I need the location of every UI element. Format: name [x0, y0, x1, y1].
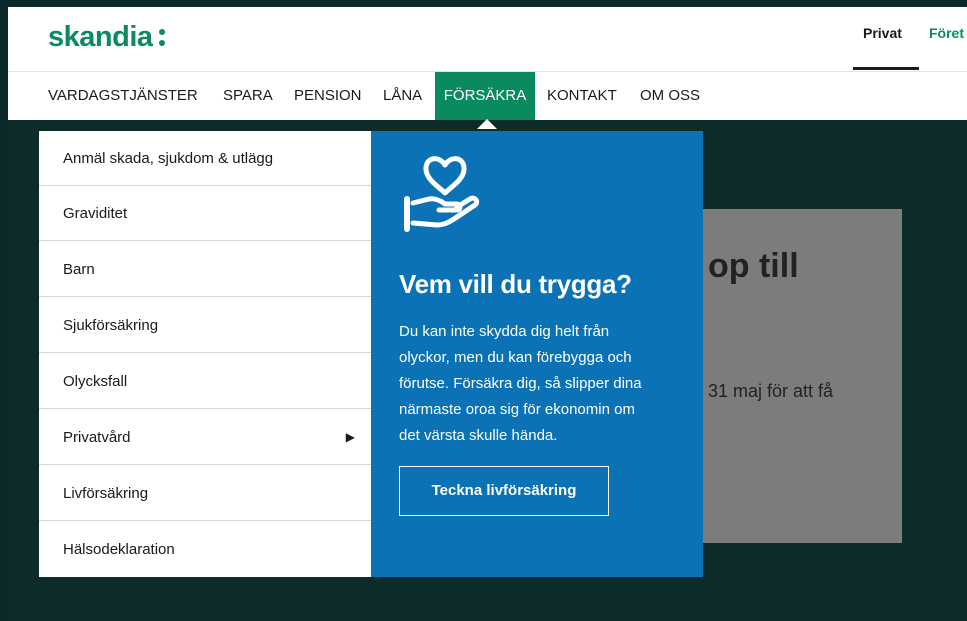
menu-item-label: Sjukförsäkring	[63, 317, 159, 334]
top-header: skandia Privat Föret	[8, 7, 967, 71]
nav-item-vardagstjanster[interactable]: VARDAGSTJÄNSTER	[39, 72, 207, 120]
menu-item-label: Privatvård	[63, 429, 131, 446]
skandia-logo[interactable]: skandia	[48, 17, 165, 57]
dropdown-pointer	[477, 119, 497, 129]
promo-body-line: det värsta skulle hända.	[399, 427, 558, 444]
menu-item-halsodeklaration[interactable]: Hälsodeklaration	[39, 522, 371, 577]
menu-item-label: Anmäl skada, sjukdom & utlägg	[63, 150, 274, 167]
logo-text: skandia	[48, 20, 153, 53]
menu-item-privatvard[interactable]: Privatvård ▶	[39, 410, 371, 465]
menu-item-olycksfall[interactable]: Olycksfall	[39, 354, 371, 409]
segment-foretag-link[interactable]: Föret	[929, 25, 964, 41]
promo-body-line: närmaste oroa sig för ekonomin om	[399, 401, 635, 418]
nav-item-kontakt[interactable]: KONTAKT	[538, 72, 626, 120]
promo-body: Du kan inte skydda dig helt från olyckor…	[399, 319, 679, 449]
menu-item-label: Livförsäkring	[63, 485, 149, 502]
forsakra-dropdown-menu: Anmäl skada, sjukdom & utlägg Graviditet…	[39, 131, 371, 577]
menu-item-label: Olycksfall	[63, 373, 128, 390]
menu-item-graviditet[interactable]: Graviditet	[39, 186, 371, 241]
nav-item-om-oss[interactable]: OM OSS	[631, 72, 709, 120]
segment-active-indicator	[853, 67, 919, 70]
menu-item-label: Hälsodeklaration	[63, 541, 175, 558]
nav-item-lana[interactable]: LÅNA	[374, 72, 431, 120]
menu-item-label: Barn	[63, 261, 95, 278]
segment-privat-link[interactable]: Privat	[863, 25, 902, 41]
promo-body-line: Du kan inte skydda dig helt från	[399, 323, 610, 340]
promo-body-line: förutse. Försäkra dig, så slipper dina	[399, 375, 642, 392]
browser-viewport: skandia Privat Föret VARDAGSTJÄNSTER SPA…	[8, 7, 967, 621]
menu-item-livforsakring[interactable]: Livförsäkring	[39, 466, 371, 521]
menu-item-anmal-skada[interactable]: Anmäl skada, sjukdom & utlägg	[39, 131, 371, 186]
menu-item-barn[interactable]: Barn	[39, 242, 371, 297]
logo-colon-icon	[158, 28, 165, 46]
menu-item-label: Graviditet	[63, 205, 128, 222]
nav-item-spara[interactable]: SPARA	[214, 72, 282, 120]
submenu-arrow-icon: ▶	[345, 430, 355, 444]
main-navigation: VARDAGSTJÄNSTER SPARA PENSION LÅNA FÖRSÄ…	[8, 71, 967, 120]
nav-item-forsakra[interactable]: FÖRSÄKRA	[435, 72, 535, 120]
heart-in-hand-icon	[404, 156, 480, 232]
hero-text-fragment: 31 maj för att få	[708, 381, 834, 401]
promo-heading: Vem vill du trygga?	[399, 269, 632, 299]
hero-title-fragment: op till	[708, 247, 799, 285]
nav-item-pension[interactable]: PENSION	[285, 72, 371, 120]
promo-panel: Vem vill du trygga? Du kan inte skydda d…	[371, 131, 703, 577]
teckna-livforsakring-button[interactable]: Teckna livförsäkring	[399, 466, 609, 516]
menu-item-sjukforsakring[interactable]: Sjukförsäkring	[39, 298, 371, 353]
promo-body-line: olyckor, men du kan förebygga och	[399, 349, 632, 366]
